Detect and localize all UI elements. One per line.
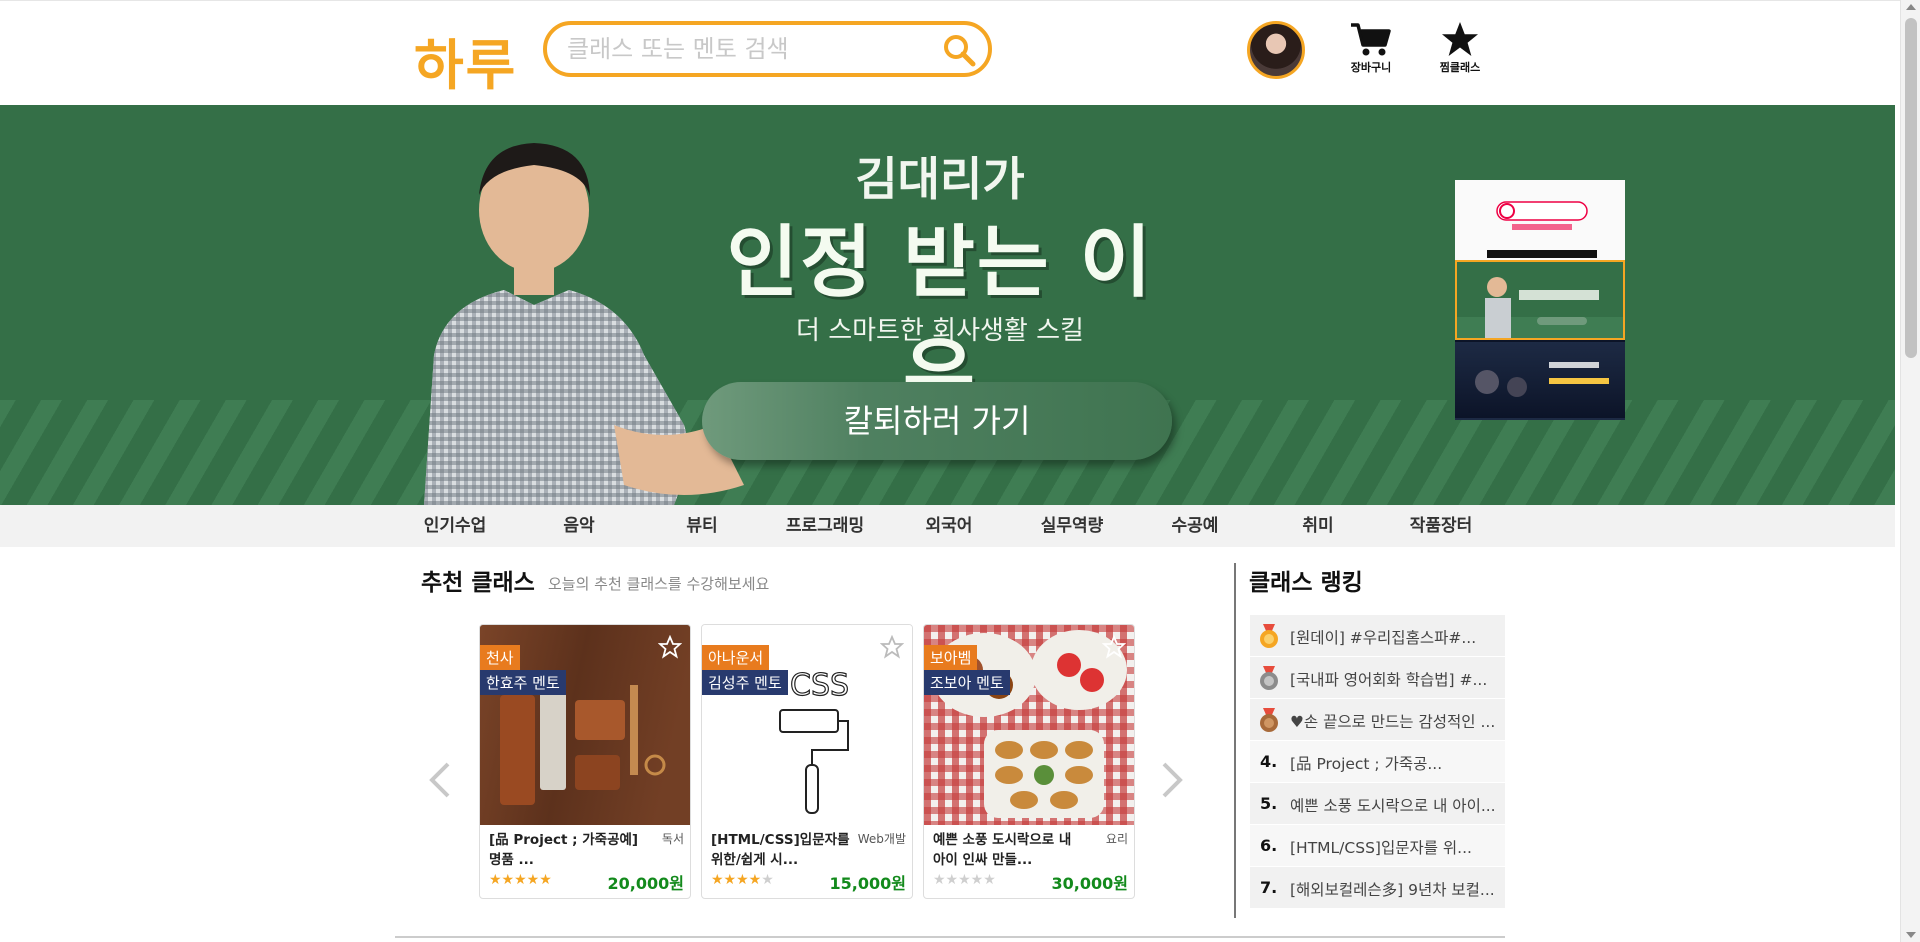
ranking-item[interactable]: 4. [品 Project ; 가죽공...: [1250, 741, 1505, 783]
category-languages[interactable]: 외국어: [894, 505, 1004, 547]
recommend-subtitle: 오늘의 추천 클래스를 수강해보세요: [548, 575, 770, 593]
header: 하루 장바구니 찜클래스: [0, 0, 1900, 105]
category-nav: 인기수업 음악 뷰티 프로그래밍 외국어 실무역량 수공예 취미 작품장터: [0, 505, 1895, 547]
ranking-number: 6.: [1260, 836, 1278, 855]
category-beauty[interactable]: 뷰티: [647, 505, 757, 547]
scroll-up-icon[interactable]: [1906, 4, 1916, 10]
banner-subline: 더 스마트한 회사생활 스킬: [796, 316, 1084, 346]
category-popular[interactable]: 인기수업: [400, 505, 510, 547]
ranking-item[interactable]: [국내파 영어회화 학습법] #...: [1250, 657, 1505, 699]
recommend-title: 추천 클래스: [421, 570, 535, 596]
wishlist-label: 찜클래스: [1439, 61, 1481, 74]
class-title: 예쁜 소풍 도시락으로 내 아이 인싸 만들...: [933, 832, 1072, 868]
class-card[interactable]: 천사 한효주 멘토 [品 Project ; 가죽공예] 명품 ... 독서 ★…: [479, 624, 691, 899]
mentor-badge: 보아벰: [924, 645, 978, 670]
ranking-item[interactable]: [원데이] #우리집홈스파#...: [1250, 615, 1505, 657]
ranking-text: [해외보컬레슨多] 9년차 보컬...: [1290, 881, 1495, 899]
favorite-star-icon[interactable]: [1102, 635, 1126, 659]
silver-medal-icon: [1260, 666, 1278, 690]
mentor-name-badge: 조보아 멘토: [924, 670, 1010, 695]
ranking-text: [品 Project ; 가죽공...: [1290, 755, 1443, 773]
ranking-number: 7.: [1260, 878, 1278, 897]
class-category: 요리: [1105, 832, 1128, 846]
category-hobby[interactable]: 취미: [1263, 505, 1373, 547]
class-price: 30,000원: [1051, 874, 1128, 893]
class-title: [HTML/CSS]입문자를 위한/쉽게 시...: [711, 832, 850, 868]
star-filled-icon: ★★★★★: [489, 872, 552, 888]
banner-thumb-3[interactable]: [1455, 340, 1625, 420]
search-input[interactable]: [567, 33, 937, 65]
star-empty-icon: ★: [761, 872, 774, 888]
thumb-2-image: [1457, 277, 1623, 338]
category-market[interactable]: 작품장터: [1386, 505, 1496, 547]
ranking-number: 5.: [1260, 794, 1278, 813]
ranking-item[interactable]: 6. [HTML/CSS]입문자를 위...: [1250, 825, 1505, 867]
star-filled-icon: ★★★★: [711, 872, 762, 888]
section-divider: [1234, 563, 1236, 918]
favorite-star-icon[interactable]: [880, 635, 904, 659]
class-card[interactable]: CSS 아나운서 김성주 멘토 [HTML/CSS]입문자를 위한/쉽게 시..…: [701, 624, 913, 899]
ranking-text: [HTML/CSS]입문자를 위...: [1290, 839, 1472, 857]
ranking-text: [국내파 영어회화 학습법] #...: [1290, 671, 1488, 689]
page: 하루 장바구니 찜클래스: [0, 0, 1920, 942]
search-box[interactable]: [543, 21, 992, 77]
cart-icon: [1351, 23, 1391, 56]
category-music[interactable]: 음악: [524, 505, 634, 547]
logo[interactable]: 하루: [414, 21, 517, 100]
banner-thumb-1[interactable]: [1455, 180, 1625, 260]
category-programming[interactable]: 프로그래밍: [770, 505, 880, 547]
chevron-left-icon[interactable]: [424, 760, 454, 800]
ranking-text: 예쁜 소풍 도시락으로 내 아이...: [1290, 797, 1496, 815]
category-crafts[interactable]: 수공예: [1140, 505, 1250, 547]
bottom-divider: [395, 936, 1505, 938]
favorite-star-icon[interactable]: [658, 635, 682, 659]
ranking-item[interactable]: 7. [해외보컬레슨多] 9년차 보컬...: [1250, 867, 1505, 909]
ranking-title: 클래스 랭킹: [1249, 570, 1363, 596]
class-category: 독서: [661, 832, 684, 846]
mentor-badge: 아나운서: [702, 645, 770, 670]
thumb-3-image: [1475, 362, 1609, 397]
scrollbar-thumb[interactable]: [1905, 18, 1917, 358]
banner-cta-button[interactable]: 칼퇴하러 가기: [702, 382, 1172, 460]
mentor-name-badge: 김성주 멘토: [702, 670, 788, 695]
wishlist-button[interactable]: 찜클래스: [1425, 21, 1495, 81]
category-work-skills[interactable]: 실무역량: [1017, 505, 1127, 547]
ranking-text: [원데이] #우리집홈스파#...: [1290, 629, 1477, 647]
vertical-scrollbar[interactable]: [1900, 0, 1920, 942]
class-price: 15,000원: [829, 874, 906, 893]
gold-medal-icon: [1260, 624, 1278, 648]
ranking-list: [원데이] #우리집홈스파#... [국내파 영어회화 학습법] #... ♥손…: [1250, 615, 1505, 909]
rating-stars: ★★★★★: [933, 872, 996, 888]
avatar[interactable]: [1247, 21, 1305, 79]
rating-stars: ★★★★★: [489, 872, 552, 888]
star-icon: [1442, 21, 1478, 57]
class-title: [品 Project ; 가죽공예] 명품 ...: [489, 832, 639, 868]
class-price: 20,000원: [607, 874, 684, 893]
chevron-right-icon[interactable]: [1158, 760, 1188, 800]
banner-thumb-2[interactable]: [1455, 260, 1625, 340]
scroll-down-icon[interactable]: [1906, 932, 1916, 938]
star-empty-icon: ★★★★★: [933, 872, 996, 888]
search-icon[interactable]: [940, 31, 978, 69]
banner-thumbnails: [1455, 180, 1625, 420]
rating-stars: ★★★★★: [711, 872, 774, 888]
cart-button[interactable]: 장바구니: [1336, 21, 1406, 81]
hero-banner[interactable]: 김대리가 인정 받는 이유 더 스마트한 회사생활 스킬 칼퇴하러 가기: [0, 105, 1895, 505]
mentor-badge: 천사: [480, 645, 520, 670]
svg-text:CSS: CSS: [790, 668, 849, 703]
ranking-item[interactable]: ♥손 끝으로 만드는 감성적인 ...: [1250, 699, 1505, 741]
class-category: Web개발: [857, 832, 906, 846]
ranking-item[interactable]: 5. 예쁜 소풍 도시락으로 내 아이...: [1250, 783, 1505, 825]
class-card[interactable]: 보아벰 조보아 멘토 예쁜 소풍 도시락으로 내 아이 인싸 만들... 요리 …: [923, 624, 1135, 899]
ranking-number: 4.: [1260, 752, 1278, 771]
mentor-name-badge: 한효주 멘토: [480, 670, 566, 695]
bronze-medal-icon: [1260, 708, 1278, 732]
thumb-1-image: [1487, 201, 1597, 258]
cart-label: 장바구니: [1350, 61, 1392, 74]
ranking-text: ♥손 끝으로 만드는 감성적인 ...: [1290, 713, 1496, 731]
